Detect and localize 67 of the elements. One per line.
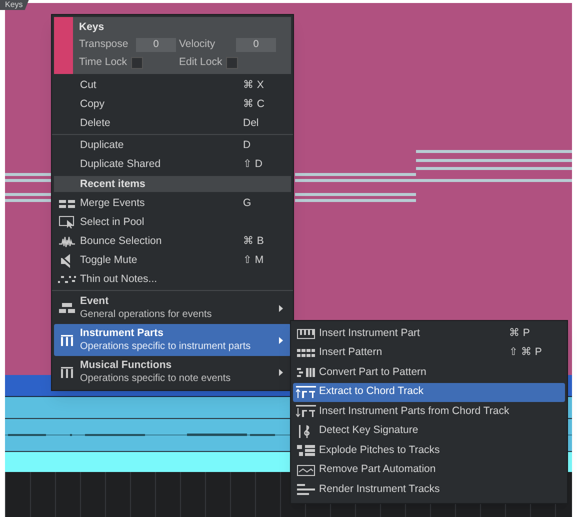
menu-item[interactable]: Remove Part Automation (293, 460, 565, 480)
chord-insert-icon (296, 405, 316, 418)
menu-item[interactable]: Delete Del (52, 114, 293, 133)
menu-item[interactable]: Detect Key Signature (293, 422, 565, 441)
shortcut-label: ⇧ ⌘ P (509, 345, 543, 360)
menu-item[interactable]: Duplicate Shared ⇧ D (52, 155, 293, 174)
lock-checkbox[interactable] (226, 56, 238, 68)
part-title: Keys (79, 20, 106, 35)
explode-tracks-icon (297, 445, 315, 456)
submenu-arrow-icon (279, 304, 283, 312)
lock-label: Time Lock (79, 55, 128, 70)
bars-icon (61, 366, 73, 378)
shortcut-label: ⇧ M (243, 252, 265, 268)
menu-item[interactable]: Convert Part to Pattern (293, 363, 565, 382)
bars-icon (61, 334, 73, 346)
lock-checkbox[interactable] (131, 56, 144, 68)
value-field[interactable]: 0 (236, 38, 276, 52)
shortcut-label: ⌘ P (509, 326, 531, 341)
menu-item[interactable]: Copy ⌘ C (52, 95, 293, 114)
shortcut-label: G (243, 196, 252, 211)
convert-pattern-icon (297, 368, 315, 378)
menu-item[interactable]: Merge Events G (52, 194, 293, 213)
menu-item[interactable]: Render Instrument Tracks (293, 480, 565, 500)
group-title: Musical Functions (80, 358, 173, 372)
submenu-item[interactable]: Musical Functions Operations specific to note events (54, 356, 291, 388)
shortcut-label: ⌘ C (243, 96, 266, 112)
lock-label: Edit Lock (179, 55, 222, 70)
group-description: Operations specific to instrument parts (80, 340, 252, 354)
submenu-arrow-icon (279, 368, 283, 376)
submenu-item[interactable]: Event General operations for events (54, 292, 291, 324)
piano-keys-icon (297, 328, 315, 339)
submenu-arrow-icon (279, 336, 283, 344)
menu-item[interactable]: Select in Pool (52, 213, 293, 232)
merge-icon (59, 198, 75, 208)
blocks-icon (59, 303, 75, 313)
section-heading: Recent items (54, 176, 291, 192)
menu-item[interactable]: Cut ⌘ X (52, 76, 293, 95)
group-title: Event (80, 294, 110, 308)
menu-item[interactable]: Insert Instrument Part ⌘ P (293, 324, 565, 344)
value-field[interactable]: 0 (136, 38, 176, 52)
menu-item[interactable]: Insert Instrument Parts from Chord Track (293, 402, 565, 422)
field-label: Velocity (179, 37, 216, 52)
waveform-icon (59, 236, 75, 248)
chord-extract-icon (296, 386, 316, 399)
menu-item[interactable]: Bounce Selection ⌘ B (52, 232, 293, 251)
automation-icon (297, 464, 315, 476)
menu-item[interactable]: Duplicate D (52, 136, 293, 155)
submenu-item[interactable]: Instrument Parts Operations specific to instrument parts (54, 324, 291, 356)
shortcut-label: ⇧ D (243, 156, 264, 172)
shortcut-label: D (243, 138, 252, 153)
group-description: General operations for events (80, 308, 213, 322)
shortcut-label: Del (243, 116, 260, 131)
scatter-dots-icon (58, 275, 76, 284)
menu-item[interactable]: Toggle Mute ⇧ M (52, 251, 293, 270)
menu-item[interactable]: Extract to Chord Track (293, 382, 565, 402)
pattern-grid-icon (297, 349, 315, 358)
note-bars-drawing (5, 173, 51, 202)
menu-item[interactable]: Thin out Notes... (52, 270, 293, 289)
render-lines-icon (297, 484, 315, 496)
shortcut-label: ⌘ X (243, 78, 265, 93)
menu-item[interactable]: Explode Pitches to Tracks (293, 441, 565, 460)
group-title: Instrument Parts (80, 326, 164, 340)
menu-item[interactable]: Insert Pattern ⇧ ⌘ P (293, 344, 565, 363)
shortcut-label: ⌘ B (243, 234, 265, 249)
group-description: Operations specific to note events (80, 372, 232, 386)
field-label: Transpose (79, 37, 130, 52)
select-pointer-icon (59, 216, 75, 229)
